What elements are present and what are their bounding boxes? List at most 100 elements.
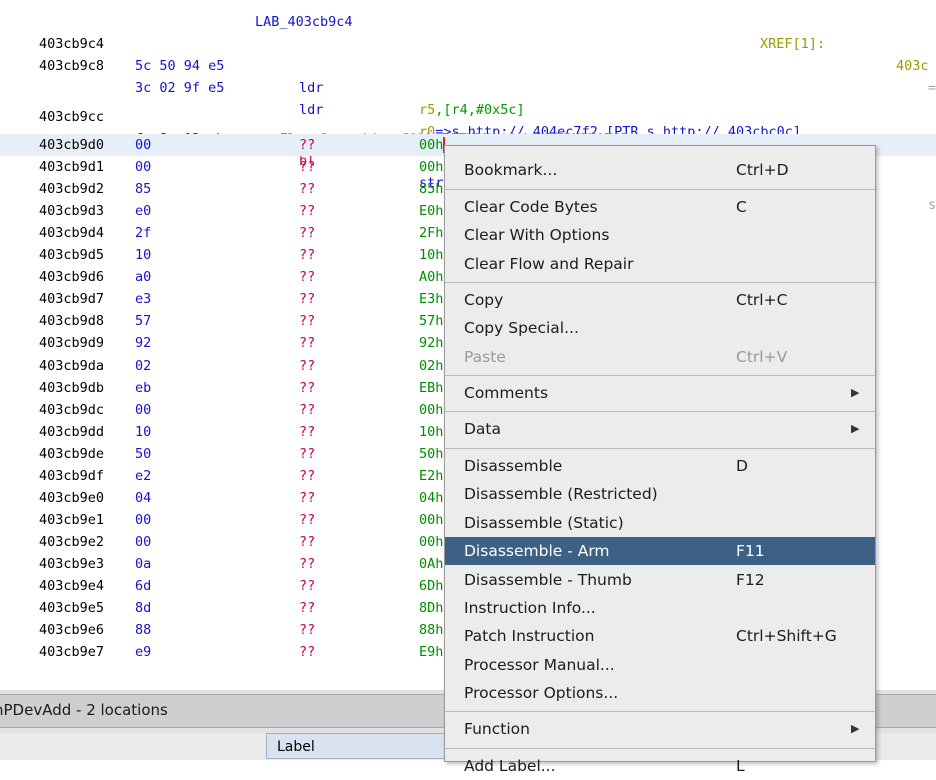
byte-value: a0 <box>135 269 152 286</box>
menu-item-label: Patch Instruction <box>464 627 595 645</box>
byte-value: 00 <box>135 533 152 550</box>
operand-value: E3h <box>419 288 443 310</box>
operand-value: 00h <box>419 531 443 553</box>
mnemonic: ?? <box>299 467 316 484</box>
panel-title: nPDevAdd - 2 locations <box>0 701 168 719</box>
operand-value: 6Dh <box>419 575 443 597</box>
operand-value: 0Ah <box>419 553 443 575</box>
address: 403cb9e3 <box>39 555 105 572</box>
menu-item-instruction-info[interactable]: Instruction Info... <box>445 594 875 622</box>
submenu-arrow-icon: ▶ <box>851 722 860 735</box>
operand-value: 00h <box>419 509 443 531</box>
menu-item-label: Clear Code Bytes <box>464 198 598 216</box>
operand-text: 8Dh <box>419 600 444 617</box>
menu-item-processor-manual[interactable]: Processor Manual... <box>445 651 875 679</box>
menu-item-label: Clear With Options <box>464 226 610 244</box>
menu-item-shortcut: Ctrl+D <box>736 161 789 179</box>
menu-item-paste[interactable]: Paste Ctrl+V <box>445 343 875 371</box>
instruction-row[interactable]: 403cb9cc fa 8e 02 eb bl strlen s <box>0 84 936 213</box>
menu-item-function[interactable]: Function ▶ <box>445 715 875 743</box>
operand-text: 10h <box>419 423 444 440</box>
menu-item-copy[interactable]: Copy Ctrl+C <box>445 286 875 314</box>
menu-item-patch-instruction[interactable]: Patch Instruction Ctrl+Shift+G <box>445 622 875 650</box>
mnemonic: ?? <box>299 578 316 594</box>
operand-value: 10h <box>419 421 443 443</box>
address: 403cb9df <box>39 467 105 484</box>
menu-item-add-label[interactable]: Add Label... L <box>445 752 875 780</box>
menu-item-label: Disassemble (Restricted) <box>464 485 658 503</box>
mnemonic: ?? <box>299 533 316 550</box>
address: 403cb9d9 <box>39 335 105 352</box>
byte-value: 04 <box>135 489 152 506</box>
mnemonic: ?? <box>299 644 316 661</box>
operand-value: 02h <box>419 355 443 377</box>
mnemonic: ?? <box>299 225 316 242</box>
operand-value: 00h <box>419 156 443 178</box>
menu-item-copy-special[interactable]: Copy Special... <box>445 314 875 342</box>
operand-text: 02h <box>419 357 444 374</box>
column-header-label[interactable]: Label <box>266 733 446 759</box>
menu-separator <box>445 448 875 449</box>
mnemonic: ?? <box>299 181 316 198</box>
menu-separator <box>445 189 875 190</box>
menu-item-label: Paste <box>464 348 506 366</box>
mnemonic: ?? <box>299 313 316 330</box>
menu-item-shortcut: C <box>736 198 747 216</box>
menu-item-disassemble-arm[interactable]: Disassemble - Arm F11 <box>445 537 875 565</box>
menu-item-disassemble-static[interactable]: Disassemble (Static) <box>445 509 875 537</box>
byte-value: e2 <box>135 467 152 484</box>
address: 403cb9da <box>39 357 105 374</box>
menu-item-bookmark[interactable]: Bookmark... Ctrl+D <box>445 156 875 184</box>
context-menu: Bookmark... Ctrl+D Clear Code Bytes C Clear … <box>444 145 876 775</box>
operand-value: 88h <box>419 619 443 641</box>
byte-value: 10 <box>135 247 152 264</box>
address: 403cb9d1 <box>39 159 105 176</box>
menu-item-disassemble-thumb[interactable]: Disassemble - Thumb F12 <box>445 566 875 594</box>
mnemonic: ?? <box>299 622 316 639</box>
flow-override-row: -- Flow Override: CALL_RETURN (CALL_TERM… <box>0 106 936 147</box>
instruction-row[interactable]: 403cb9c4 5c 50 94 e5 ldr r5,[r4,#0x5c] <box>0 11 936 118</box>
mnemonic: ?? <box>299 357 316 374</box>
mnemonic: ?? <box>299 159 316 176</box>
operand-text: 6Dh <box>419 578 444 594</box>
address: 403cb9d6 <box>39 269 105 286</box>
menu-item-clear-flow-and-repair[interactable]: Clear Flow and Repair <box>445 250 875 278</box>
operand-text: E9h <box>419 644 444 661</box>
submenu-arrow-icon: ▶ <box>851 386 860 399</box>
mnemonic: ?? <box>299 423 316 440</box>
byte-value: 6d <box>135 578 152 594</box>
address: 403cb9e2 <box>39 533 105 550</box>
operand-value: E2h <box>419 465 443 487</box>
menu-item-shortcut: F11 <box>736 542 765 560</box>
menu-item-comments[interactable]: Comments ▶ <box>445 379 875 407</box>
byte-value: 0a <box>135 555 152 572</box>
menu-item-data[interactable]: Data ▶ <box>445 415 875 443</box>
menu-item-disassemble[interactable]: Disassemble D <box>445 452 875 480</box>
menu-item-clear-code-bytes[interactable]: Clear Code Bytes C <box>445 193 875 221</box>
operand-text: EBh <box>419 379 444 396</box>
operand-text: 00h <box>419 137 444 153</box>
menu-separator <box>445 748 875 749</box>
byte-value: 10 <box>135 423 152 440</box>
mnemonic: ?? <box>299 600 316 617</box>
menu-item-label: Function <box>464 720 530 738</box>
byte-value: eb <box>135 379 152 396</box>
menu-item-shortcut: Ctrl+C <box>736 291 788 309</box>
operand-value: 10h <box>419 244 443 266</box>
byte-value: 00 <box>135 137 152 153</box>
address: 403cb9d8 <box>39 313 105 330</box>
menu-item-label: Processor Manual... <box>464 656 615 674</box>
submenu-arrow-icon: ▶ <box>851 422 860 435</box>
menu-item-processor-options[interactable]: Processor Options... <box>445 679 875 707</box>
operand-text: 85h <box>419 181 444 198</box>
address: 403cb9d2 <box>39 181 105 198</box>
instruction-row[interactable]: 403cb9c8 3c 02 9f e5 ldr r0=>s_http://_4… <box>0 33 936 162</box>
operand-value: 00h <box>419 134 446 156</box>
blank-row: = <box>0 55 936 96</box>
menu-item-clear-with-options[interactable]: Clear With Options <box>445 221 875 249</box>
menu-item-disassemble-restricted[interactable]: Disassemble (Restricted) <box>445 480 875 508</box>
menu-item-shortcut: Ctrl+Shift+G <box>736 627 837 645</box>
menu-item-shortcut: Ctrl+V <box>736 348 788 366</box>
operand-value: E9h <box>419 641 443 663</box>
menu-item-label: Disassemble - Thumb <box>464 571 632 589</box>
